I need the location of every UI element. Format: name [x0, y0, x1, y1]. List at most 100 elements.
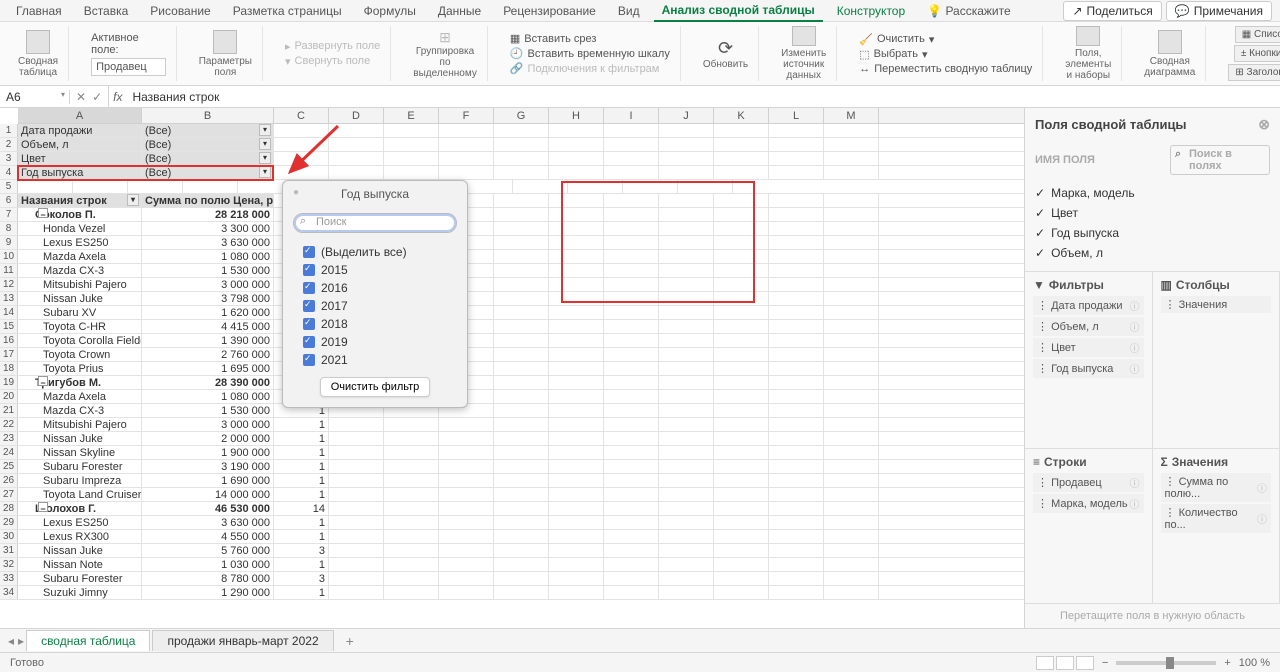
- data-cell-b[interactable]: 4 550 000: [142, 530, 274, 543]
- filter-item-2021[interactable]: 2021: [303, 353, 457, 367]
- data-cell-a[interactable]: Toyota Corolla Fielder: [18, 334, 142, 347]
- value-pill[interactable]: ⋮ Количество по...ⓘ: [1161, 504, 1272, 533]
- data-cell-c[interactable]: 1: [274, 488, 329, 501]
- col-H[interactable]: H: [549, 108, 604, 123]
- view-page-break-button[interactable]: [1076, 656, 1094, 670]
- nav-next-icon[interactable]: ▸: [18, 634, 24, 648]
- move-pivot-button[interactable]: ↔ Переместить сводную таблицу: [859, 63, 1032, 75]
- field-headers-toggle[interactable]: ⊞ Заголовки полей: [1228, 64, 1280, 81]
- data-cell-a[interactable]: −Тригубов М.: [18, 376, 142, 389]
- confirm-icon[interactable]: ✓: [92, 90, 102, 104]
- data-cell-b[interactable]: 1 900 000: [142, 446, 274, 459]
- values-area[interactable]: ΣЗначения ⋮ Сумма по полю...ⓘ ⋮ Количест…: [1153, 449, 1280, 604]
- field-list-toggle[interactable]: ▦ Список полей: [1235, 26, 1280, 43]
- filter-item-2018[interactable]: 2018: [303, 317, 457, 331]
- data-cell-a[interactable]: Mazda CX-3: [18, 404, 142, 417]
- tab-insert[interactable]: Вставка: [76, 1, 137, 21]
- data-cell-b[interactable]: 1 080 000: [142, 390, 274, 403]
- filter-pill[interactable]: ⋮ Дата продажиⓘ: [1033, 296, 1144, 315]
- col-D[interactable]: D: [329, 108, 384, 123]
- close-panel-button[interactable]: ⊗: [1258, 116, 1270, 133]
- data-cell-b[interactable]: 3 190 000: [142, 460, 274, 473]
- filter-item-2016[interactable]: 2016: [303, 281, 457, 295]
- select-button[interactable]: ⬚ Выбрать ▾: [859, 48, 927, 61]
- filter-label-cell[interactable]: Год выпуска: [18, 166, 142, 179]
- data-cell-b[interactable]: 3 630 000: [142, 236, 274, 249]
- field-color[interactable]: ✓Цвет: [1035, 203, 1270, 223]
- select-all-checkbox[interactable]: (Выделить все): [303, 245, 457, 259]
- filter-item-2017[interactable]: 2017: [303, 299, 457, 313]
- fields-items-button[interactable]: Поля, элементы и наборы: [1055, 26, 1122, 81]
- clear-filter-button[interactable]: Очистить фильтр: [320, 377, 431, 397]
- data-cell-b[interactable]: 5 760 000: [142, 544, 274, 557]
- filter-value-cell[interactable]: (Все): [142, 124, 274, 137]
- col-K[interactable]: K: [714, 108, 769, 123]
- collapse-field-button[interactable]: ▾ Свернуть поле: [285, 55, 370, 68]
- view-normal-button[interactable]: [1036, 656, 1054, 670]
- filter-value-cell[interactable]: (Все): [142, 138, 274, 151]
- insert-timeline-button[interactable]: 🕘 Вставить временную шкалу: [510, 47, 670, 60]
- tab-formulas[interactable]: Формулы: [356, 1, 424, 21]
- name-box[interactable]: A6: [0, 90, 70, 104]
- data-cell-a[interactable]: Lexus RX300: [18, 530, 142, 543]
- col-J[interactable]: J: [659, 108, 714, 123]
- data-cell-b[interactable]: 1 030 000: [142, 558, 274, 571]
- col-B[interactable]: B: [142, 108, 274, 123]
- data-cell-b[interactable]: 1 080 000: [142, 250, 274, 263]
- col-M[interactable]: M: [824, 108, 879, 123]
- data-cell-a[interactable]: Subaru XV: [18, 306, 142, 319]
- columns-area[interactable]: ▥Столбцы ⋮ Значения: [1153, 272, 1280, 449]
- formula-input[interactable]: Названия строк: [126, 90, 1280, 104]
- zoom-out-button[interactable]: −: [1102, 657, 1108, 669]
- tab-draw[interactable]: Рисование: [142, 1, 218, 21]
- filter-pill[interactable]: ⋮ Цветⓘ: [1033, 338, 1144, 357]
- data-cell-b[interactable]: 3 630 000: [142, 516, 274, 529]
- zoom-value[interactable]: 100 %: [1239, 657, 1270, 669]
- filter-value-cell[interactable]: (Все): [142, 152, 274, 165]
- data-cell-b[interactable]: 1 620 000: [142, 306, 274, 319]
- tab-page-layout[interactable]: Разметка страницы: [225, 1, 350, 21]
- group-selection-button[interactable]: ⊞ Группировка по выделенному: [403, 26, 488, 81]
- expand-field-button[interactable]: ▸ Развернуть поле: [285, 40, 380, 53]
- data-cell-c[interactable]: 1: [274, 460, 329, 473]
- data-cell-b[interactable]: 3 798 000: [142, 292, 274, 305]
- data-cell-b[interactable]: 1 530 000: [142, 404, 274, 417]
- data-cell-a[interactable]: Toyota C-HR: [18, 320, 142, 333]
- data-cell-a[interactable]: Subaru Forester: [18, 460, 142, 473]
- data-cell-b[interactable]: 1 390 000: [142, 334, 274, 347]
- data-cell-b[interactable]: 4 415 000: [142, 320, 274, 333]
- data-cell-c[interactable]: 1: [274, 474, 329, 487]
- fx-icon[interactable]: fx: [109, 90, 126, 104]
- data-cell-b[interactable]: 14 000 000: [142, 488, 274, 501]
- data-cell-b[interactable]: 3 300 000: [142, 222, 274, 235]
- data-cell-c[interactable]: 1: [274, 530, 329, 543]
- data-cell-a[interactable]: Mitsubishi Pajero: [18, 278, 142, 291]
- collapse-icon[interactable]: −: [38, 502, 48, 512]
- tab-design[interactable]: Конструктор: [829, 1, 913, 21]
- data-cell-c[interactable]: 1: [274, 586, 329, 599]
- filter-connections-button[interactable]: 🔗 Подключения к фильтрам: [510, 62, 660, 75]
- data-cell-a[interactable]: Nissan Juke: [18, 544, 142, 557]
- data-cell-c[interactable]: 1: [274, 432, 329, 445]
- zoom-slider[interactable]: [1116, 661, 1216, 665]
- sheet[interactable]: A B C D E F G H I J K L M 1 Дата продажи…: [0, 108, 1024, 628]
- data-cell-a[interactable]: Mazda CX-3: [18, 264, 142, 277]
- data-cell-a[interactable]: Lexus ES250: [18, 516, 142, 529]
- data-cell-a[interactable]: Nissan Juke: [18, 432, 142, 445]
- tab-review[interactable]: Рецензирование: [495, 1, 604, 21]
- pivot-chart-button[interactable]: Сводная диаграмма: [1134, 26, 1206, 81]
- value-pill[interactable]: ⋮ Сумма по полю...ⓘ: [1161, 473, 1272, 502]
- filter-item-2015[interactable]: 2015: [303, 263, 457, 277]
- row-pill[interactable]: ⋮ Продавецⓘ: [1033, 473, 1144, 492]
- collapse-icon[interactable]: −: [38, 208, 48, 218]
- field-params-button[interactable]: Параметры поля: [189, 26, 263, 81]
- data-cell-a[interactable]: Toyota Land Cruiser: [18, 488, 142, 501]
- tab-data[interactable]: Данные: [430, 1, 489, 21]
- data-cell-c[interactable]: 3: [274, 572, 329, 585]
- data-cell-a[interactable]: Honda Vezel: [18, 222, 142, 235]
- rows-area[interactable]: ≡Строки ⋮ Продавецⓘ ⋮ Марка, модельⓘ: [1025, 449, 1153, 604]
- data-cell-b[interactable]: 8 780 000: [142, 572, 274, 585]
- data-cell-a[interactable]: Nissan Juke: [18, 292, 142, 305]
- col-A[interactable]: A: [18, 108, 142, 123]
- field-volume[interactable]: ✓Объем, л: [1035, 243, 1270, 263]
